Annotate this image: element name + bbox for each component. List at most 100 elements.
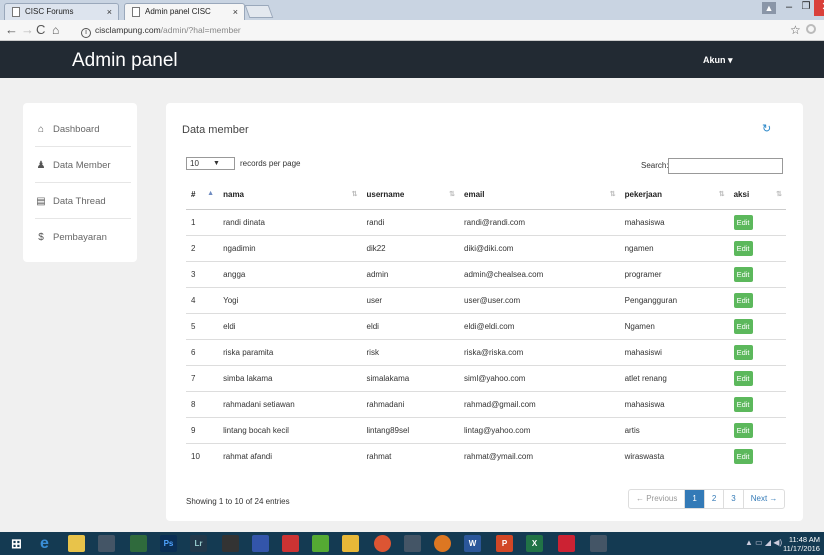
firefox-icon[interactable] xyxy=(434,535,451,552)
table-row: 1 randi dinata randi randi@randi.com mahasis… xyxy=(186,208,786,235)
start-icon[interactable]: ⊞ xyxy=(8,535,25,552)
edit-button[interactable]: Edit xyxy=(733,214,753,230)
minimize-icon[interactable]: – xyxy=(781,0,797,16)
edge-icon[interactable]: e xyxy=(36,535,53,552)
excel-icon[interactable]: X xyxy=(526,535,543,552)
tab-close-icon[interactable]: × xyxy=(233,7,238,17)
clock[interactable]: 11:48 AM 11/17/2016 xyxy=(783,535,820,553)
page-button[interactable]: 1 xyxy=(684,490,704,508)
home-icon: ⌂ xyxy=(37,123,45,135)
table-cell: Edit xyxy=(728,338,786,365)
table-cell: lintang89sel xyxy=(361,416,459,443)
tab-cisc-forums[interactable]: CISC Forums × xyxy=(4,3,119,20)
system-tray-icons[interactable]: ▲ ▭ ◢ ◀) xyxy=(745,538,782,547)
sort-icon[interactable]: ▲ xyxy=(207,190,214,197)
lightroom-icon[interactable]: Lr xyxy=(190,535,207,552)
sidebar-item-pembayaran[interactable]: $ Pembayaran xyxy=(35,220,131,255)
extension-icon[interactable] xyxy=(806,24,816,34)
next-button[interactable]: Next → xyxy=(742,490,785,508)
app-icon[interactable] xyxy=(558,535,575,552)
chrome-icon[interactable] xyxy=(374,535,391,552)
page-button[interactable]: 3 xyxy=(723,490,742,508)
sort-icon[interactable]: ⇅ xyxy=(719,190,725,198)
refresh-icon[interactable]: ↻ xyxy=(762,122,771,135)
data-member-panel: Data member ↻ 10 ▼ records per page Sear… xyxy=(166,103,803,521)
previous-button[interactable]: ← Previous xyxy=(629,490,684,508)
table-cell: dik22 xyxy=(361,234,459,261)
tab-close-icon[interactable]: × xyxy=(107,7,112,17)
forward-icon[interactable]: → xyxy=(21,22,34,38)
url-field[interactable]: i cisclampung.com/admin/?hal=member xyxy=(69,23,799,38)
maximize-icon[interactable]: ❐ xyxy=(798,0,814,16)
column-header[interactable]: # ▲ xyxy=(186,181,219,210)
page-button[interactable]: 2 xyxy=(703,490,723,508)
account-dropdown[interactable]: Akun ▾ xyxy=(703,55,733,66)
table-row: 9 lintang bocah kecil lintang89sel lintag@y… xyxy=(186,416,786,443)
table-cell: 6 xyxy=(186,338,219,365)
edit-button[interactable]: Edit xyxy=(733,240,753,256)
app-icon[interactable] xyxy=(312,535,329,552)
column-header[interactable]: aksi ⇅ xyxy=(728,181,786,210)
app-icon[interactable] xyxy=(342,535,359,552)
sort-icon[interactable]: ⇅ xyxy=(352,190,358,198)
table-cell: 7 xyxy=(186,364,219,391)
sort-icon[interactable]: ⇅ xyxy=(610,190,616,198)
edit-button[interactable]: Edit xyxy=(733,266,753,282)
edit-button[interactable]: Edit xyxy=(733,292,753,308)
sidebar-item-dashboard[interactable]: ⌂ Dashboard xyxy=(35,112,131,147)
tab-admin-panel[interactable]: Admin panel CISC × xyxy=(124,3,245,20)
table-cell: rahmat xyxy=(361,442,459,469)
star-icon[interactable]: ☆ xyxy=(790,23,801,37)
app-icon[interactable] xyxy=(590,535,607,552)
sidebar-item-data-member[interactable]: ♟ Data Member xyxy=(35,148,131,183)
app-icon[interactable] xyxy=(98,535,115,552)
edit-button[interactable]: Edit xyxy=(733,396,753,412)
reload-icon[interactable]: C xyxy=(36,22,45,38)
table-row: 2 ngadimin dik22 diki@diki.com ngamen Edit xyxy=(186,234,786,261)
search-input[interactable] xyxy=(668,158,783,174)
edit-button[interactable]: Edit xyxy=(733,370,753,386)
column-header[interactable]: username ⇅ xyxy=(361,181,459,210)
pagination: ← Previous 1 2 3 Next → xyxy=(628,489,786,509)
edit-button[interactable]: Edit xyxy=(733,344,753,360)
table-cell: Pengangguran xyxy=(619,286,729,313)
entries-info: Showing 1 to 10 of 24 entries xyxy=(186,497,290,506)
table-row: 3 angga admin admin@chealsea.com programer Ed… xyxy=(186,260,786,287)
table-cell: randi xyxy=(361,208,459,235)
page-length-select[interactable]: 10 ▼ xyxy=(186,157,235,170)
table-row: 5 eldi eldi eldi@eldi.com Ngamen Edit xyxy=(186,312,786,339)
close-window-icon[interactable]: ✕ xyxy=(814,0,824,16)
photoshop-icon[interactable]: Ps xyxy=(160,535,177,552)
store-icon[interactable] xyxy=(130,535,147,552)
word-icon[interactable]: W xyxy=(464,535,481,552)
edit-button[interactable]: Edit xyxy=(733,448,753,464)
table-cell: diki@diki.com xyxy=(459,234,620,261)
back-icon[interactable]: ← xyxy=(5,22,18,38)
table-cell: admin xyxy=(361,260,459,287)
edit-button[interactable]: Edit xyxy=(733,318,753,334)
edit-button[interactable]: Edit xyxy=(733,422,753,438)
app-icon[interactable] xyxy=(282,535,299,552)
app-icon[interactable] xyxy=(252,535,269,552)
table-cell: mahasiswi xyxy=(619,338,729,365)
new-tab-button[interactable] xyxy=(244,5,274,18)
home-icon[interactable]: ⌂ xyxy=(52,22,59,38)
table-cell: mahasiswa xyxy=(619,390,729,417)
column-header[interactable]: email ⇅ xyxy=(459,181,620,210)
sort-icon[interactable]: ⇅ xyxy=(776,190,782,198)
info-icon[interactable]: i xyxy=(81,28,91,38)
app-icon[interactable] xyxy=(404,535,421,552)
column-header[interactable]: nama ⇅ xyxy=(218,181,362,210)
sidebar-item-data-thread[interactable]: ▤ Data Thread xyxy=(35,184,131,219)
media-icon[interactable] xyxy=(222,535,239,552)
table-cell: Yogi xyxy=(218,286,362,313)
sidebar: ⌂ Dashboard ♟ Data Member ▤ Data Thread … xyxy=(23,103,137,262)
user-profile-icon[interactable]: ▲ xyxy=(762,2,776,14)
powerpoint-icon[interactable]: P xyxy=(496,535,513,552)
sort-icon[interactable]: ⇅ xyxy=(449,190,455,198)
table-body: 1 randi dinata randi randi@randi.com mahasis… xyxy=(186,208,786,469)
sidebar-item-label: Pembayaran xyxy=(53,232,107,243)
table-cell: atlet renang xyxy=(619,364,729,391)
column-header[interactable]: pekerjaan ⇅ xyxy=(619,181,729,210)
file-explorer-icon[interactable] xyxy=(68,535,85,552)
